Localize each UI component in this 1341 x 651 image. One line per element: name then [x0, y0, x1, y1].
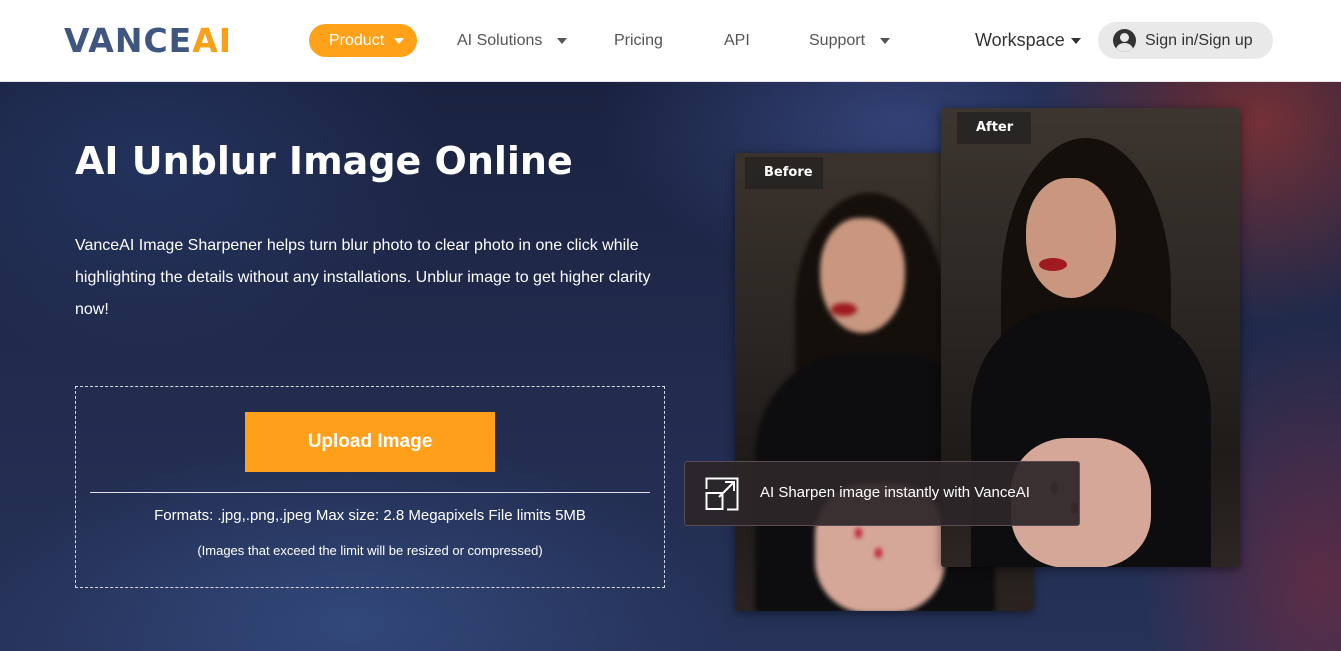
signin-label: Sign in/Sign up — [1145, 32, 1253, 49]
logo-text-ai: AI — [192, 21, 233, 60]
sharpen-caption-text: AI Sharpen image instantly with VanceAI — [760, 484, 1030, 501]
nav-pricing[interactable]: Pricing — [614, 24, 663, 57]
hero-description: VanceAI Image Sharpener helps turn blur … — [75, 237, 651, 318]
signin-button[interactable]: Sign in/Sign up — [1098, 22, 1273, 59]
expand-icon — [705, 477, 739, 511]
drop-zone-divider — [90, 492, 650, 493]
chevron-down-icon — [1070, 38, 1081, 45]
nav-ai-solutions[interactable]: AI Solutions — [457, 24, 568, 57]
nav-support[interactable]: Support — [809, 24, 891, 57]
hero-section: AI Unblur Image Online VanceAI Image Sha… — [0, 82, 1341, 651]
after-label: After — [957, 112, 1031, 144]
user-avatar-icon — [1113, 29, 1136, 52]
nav-ai-solutions-label: AI Solutions — [457, 32, 543, 49]
workspace-dropdown[interactable]: Workspace — [975, 24, 1081, 57]
top-header: VANCEAI Product AI Solutions Pricing API… — [0, 0, 1341, 82]
vanceai-logo[interactable]: VANCEAI — [64, 22, 232, 60]
upload-formats-text: Formats: .jpg,.png,.jpeg Max size: 2.8 M… — [154, 507, 586, 524]
nav-product-label: Product — [329, 32, 385, 49]
nav-support-label: Support — [809, 32, 866, 49]
page-title: AI Unblur Image Online — [75, 139, 573, 183]
nav-api[interactable]: API — [724, 24, 750, 57]
upload-drop-zone[interactable]: Upload Image Formats: .jpg,.png,.jpeg Ma… — [75, 386, 665, 588]
upload-limit-note: (Images that exceed the limit will be re… — [197, 543, 543, 558]
chevron-down-icon — [880, 37, 891, 44]
upload-image-button[interactable]: Upload Image — [245, 412, 495, 472]
logo-text-vance: VANCE — [64, 21, 193, 60]
chevron-down-icon — [557, 37, 568, 44]
workspace-label: Workspace — [975, 30, 1065, 50]
sharpen-caption-box[interactable]: AI Sharpen image instantly with VanceAI — [684, 461, 1080, 526]
nav-product-button[interactable]: Product — [309, 24, 417, 57]
chevron-down-icon — [394, 37, 405, 44]
before-label: Before — [745, 157, 823, 189]
